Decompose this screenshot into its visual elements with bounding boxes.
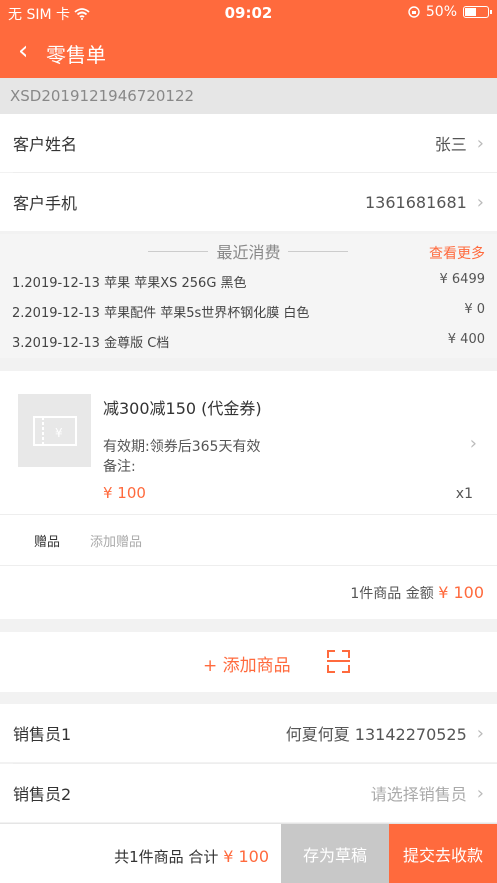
back-chevron-icon[interactable]: ‹ — [18, 38, 28, 64]
customer-name-value: 张三 — [434, 135, 467, 154]
recent-item-desc: 1.2019-12-13 苹果 苹果XS 256G 黑色 — [12, 276, 247, 291]
recent-item: 2.2019-12-13 苹果配件 苹果5s世界杯钢化膜 白色 ¥ 0 — [12, 302, 485, 322]
customer-name-label: 客户姓名 — [13, 135, 78, 154]
coupon-icon: ¥ — [32, 415, 77, 446]
summary-amount: ¥ 100 — [438, 583, 484, 602]
battery-icon — [463, 6, 492, 18]
recent-item: 1.2019-12-13 苹果 苹果XS 256G 黑色 ¥ 6499 — [12, 272, 485, 292]
bottom-bar: 共1件商品 合计 ¥ 100 存为草稿 提交去收款 — [0, 823, 497, 883]
salesperson-2-label: 销售员2 — [13, 785, 72, 804]
recent-item: 3.2019-12-13 金尊版 C档 ¥ 400 — [12, 332, 485, 352]
customer-phone-label: 客户手机 — [13, 194, 78, 213]
add-gift-button[interactable]: 添加赠品 — [90, 531, 142, 550]
product-name: 减300减150 (代金券) — [103, 399, 262, 418]
recent-consumption: 最近消费 查看更多 1.2019-12-13 苹果 苹果XS 256G 黑色 ¥… — [0, 234, 497, 358]
add-product-button[interactable]: + 添加商品 — [203, 651, 291, 676]
product-price: ¥ 100 — [103, 484, 146, 502]
submit-payment-button[interactable]: 提交去收款 — [389, 824, 497, 883]
chevron-right-icon: › — [476, 722, 484, 744]
product-note: 备注: — [103, 459, 136, 475]
add-product-bar: + 添加商品 — [0, 632, 497, 692]
nav-bar: ‹ 零售单 — [0, 26, 497, 78]
salesperson-2-row[interactable]: 销售员2 请选择销售员 › — [0, 764, 497, 822]
recent-title: 最近消费 — [216, 243, 281, 262]
salesperson-1-row[interactable]: 销售员1 何夏何夏 13142270525 › — [0, 704, 497, 762]
rotation-lock-icon — [408, 6, 420, 18]
product-card: ¥ 减300减150 (代金券) 有效期:领券后365天有效 备注: ¥ 100… — [0, 371, 497, 619]
status-bar: 无 SIM 卡 09:02 50% — [0, 0, 497, 26]
customer-phone-row[interactable]: 客户手机 1361681681 › — [0, 173, 497, 231]
divider — [148, 251, 208, 252]
view-more-link[interactable]: 查看更多 — [429, 243, 485, 263]
gift-row[interactable]: 赠品 添加赠品 — [0, 514, 497, 566]
product-image: ¥ — [18, 394, 91, 467]
order-number: XSD2019121946720122 — [0, 78, 497, 114]
save-draft-button[interactable]: 存为草稿 — [281, 824, 389, 883]
recent-item-desc: 2.2019-12-13 苹果配件 苹果5s世界杯钢化膜 白色 — [12, 306, 310, 321]
gift-label: 赠品 — [34, 534, 61, 550]
chevron-right-icon: › — [476, 191, 484, 213]
battery-percent: 50% — [425, 4, 457, 20]
divider — [288, 251, 348, 252]
total-amount: ¥ 100 — [223, 847, 269, 866]
battery-fill — [465, 8, 476, 16]
chevron-right-icon: › — [476, 132, 484, 154]
salesperson-1-value: 何夏何夏 13142270525 — [285, 725, 467, 744]
recent-item-desc: 3.2019-12-13 金尊版 C档 — [12, 336, 170, 351]
order-total: 共1件商品 合计 ¥ 100 — [114, 846, 269, 867]
recent-item-price: ¥ 6499 — [439, 272, 486, 287]
salesperson-1-label: 销售员1 — [13, 725, 72, 744]
scan-icon[interactable] — [327, 650, 350, 673]
svg-text:¥: ¥ — [55, 426, 63, 440]
recent-item-price: ¥ 0 — [464, 302, 485, 317]
product-summary: 1件商品 金额 ¥ 100 — [350, 583, 484, 603]
total-text: 共1件商品 合计 — [114, 848, 219, 866]
customer-name-row[interactable]: 客户姓名 张三 › — [0, 114, 497, 172]
summary-count: 1件商品 金额 — [350, 586, 434, 602]
chevron-right-icon: › — [469, 433, 477, 454]
product-validity: 有效期:领券后365天有效 — [103, 439, 261, 455]
product-quantity: x1 — [455, 486, 473, 502]
page-title: 零售单 — [46, 43, 106, 67]
chevron-right-icon: › — [476, 782, 484, 804]
recent-item-price: ¥ 400 — [447, 332, 485, 347]
customer-phone-value: 1361681681 — [365, 192, 467, 212]
salesperson-2-placeholder: 请选择销售员 — [370, 785, 467, 804]
